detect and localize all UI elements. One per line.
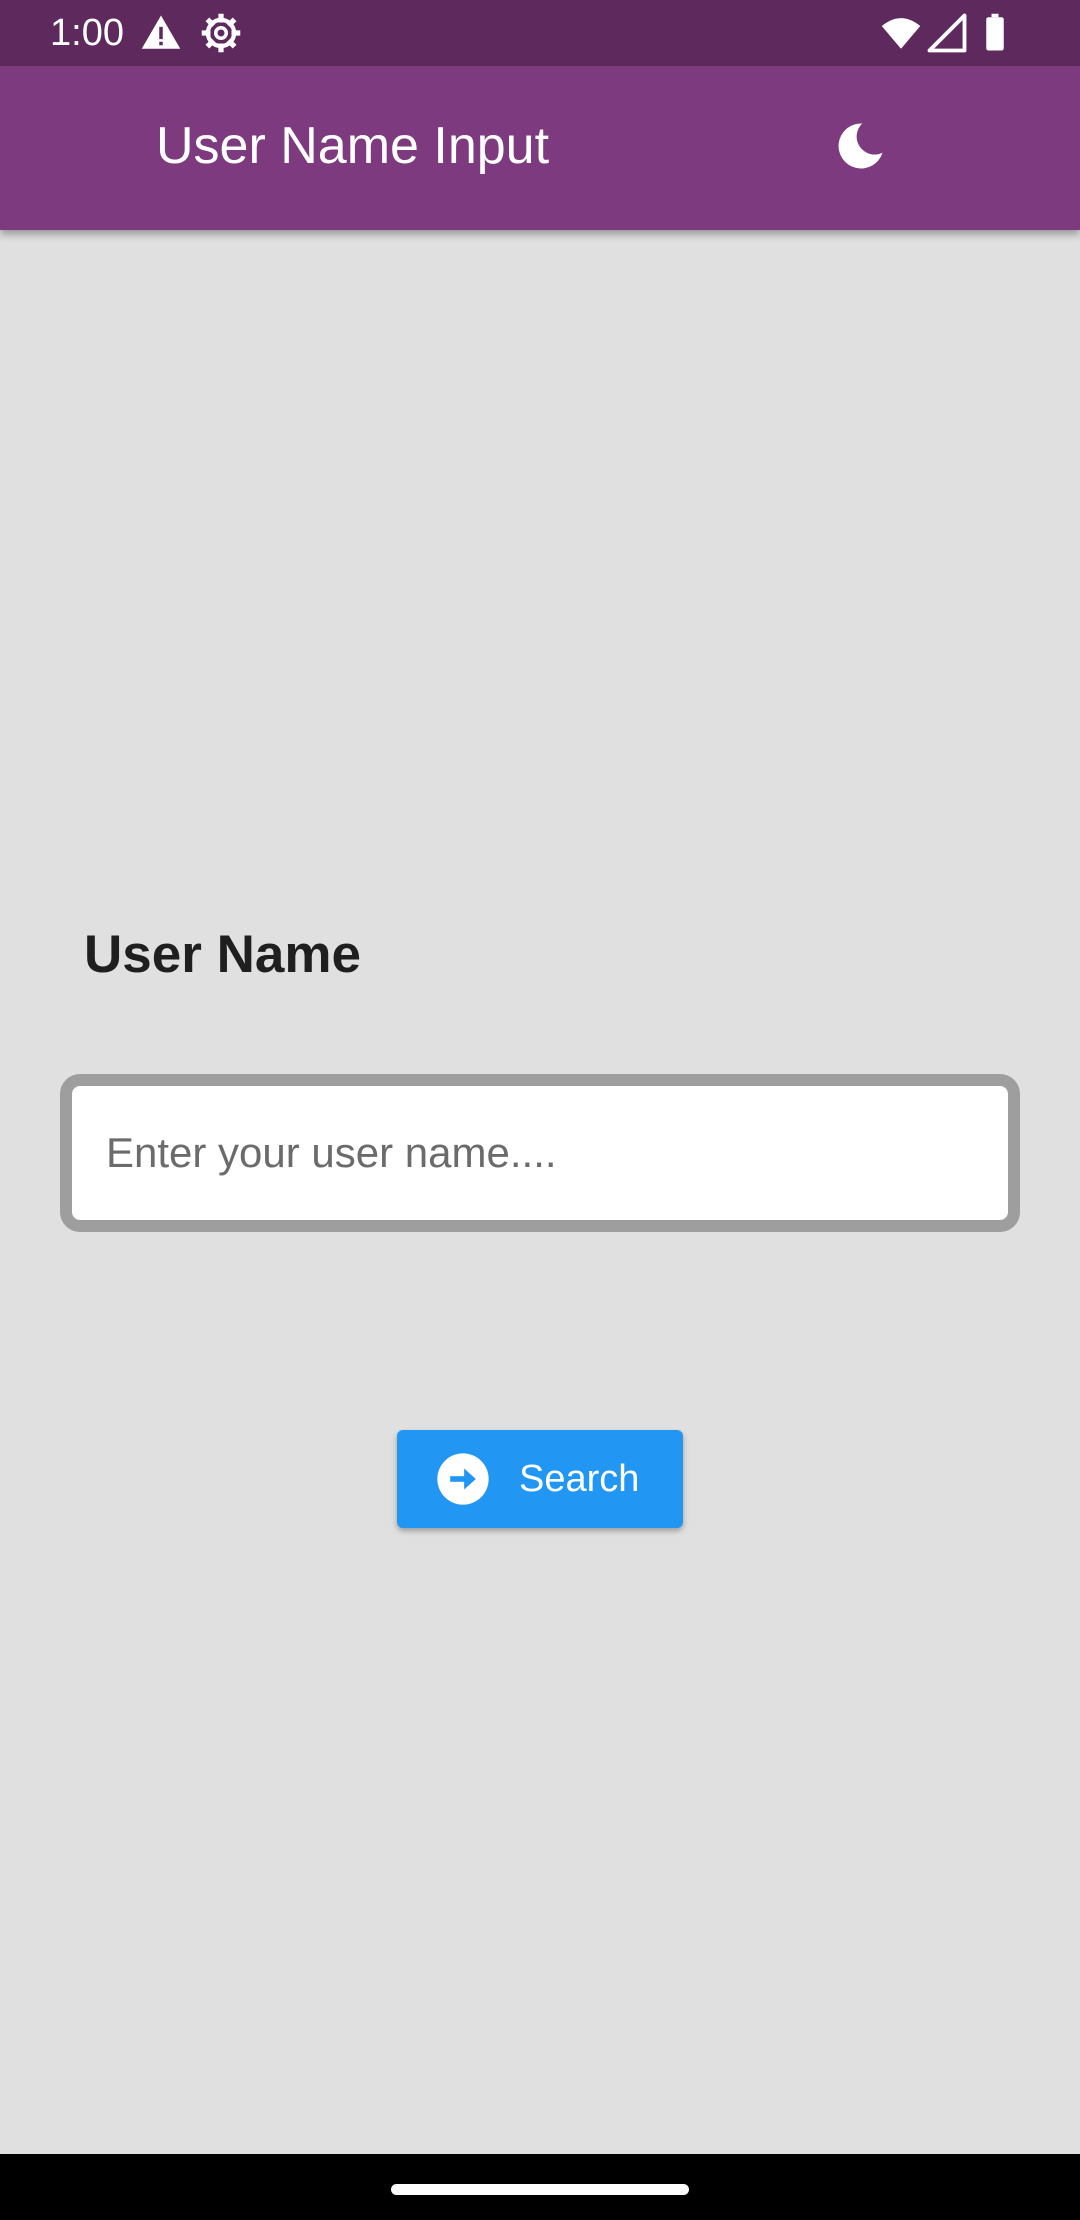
home-indicator[interactable] <box>391 2184 689 2195</box>
search-button[interactable]: Search <box>397 1430 683 1528</box>
wifi-icon <box>880 12 922 54</box>
theme-toggle-button[interactable] <box>822 110 898 186</box>
app-bar: User Name Input <box>0 66 1080 230</box>
user-name-input[interactable] <box>72 1086 1008 1220</box>
moon-icon <box>833 119 887 178</box>
navigation-bar <box>0 2154 1080 2220</box>
status-bar: 1:00 <box>0 0 1080 66</box>
app-title: User Name Input <box>156 117 550 175</box>
app-screen: 1:00 User Name Input User Name Enter you… <box>0 0 1080 2220</box>
cell-signal-icon <box>926 12 968 54</box>
search-button-label: Search <box>519 1458 640 1500</box>
warning-icon <box>140 12 182 54</box>
status-time: 1:00 <box>50 12 124 54</box>
arrow-right-circle-icon <box>435 1451 491 1507</box>
battery-icon <box>974 12 1016 54</box>
settings-gear-icon <box>200 12 242 54</box>
user-name-field <box>60 1074 1020 1232</box>
user-name-label: User Name <box>84 925 361 984</box>
